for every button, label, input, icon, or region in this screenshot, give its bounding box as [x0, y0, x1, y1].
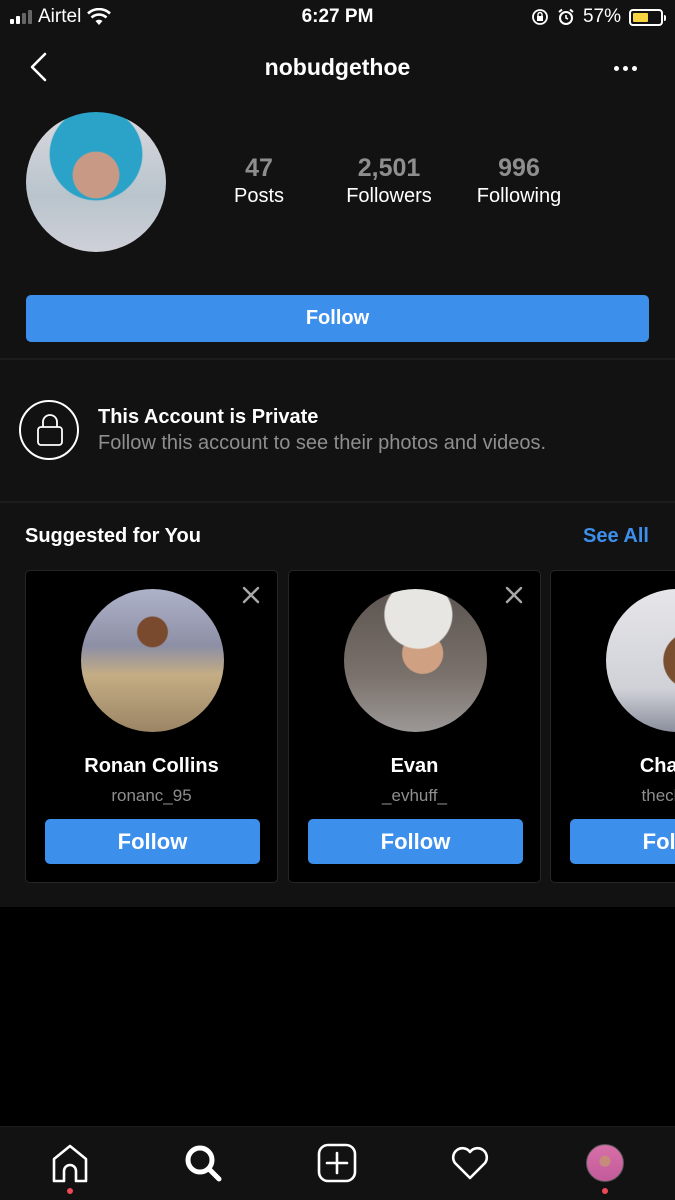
profile-stats: 47 Posts 2,501 Followers 996 Following [200, 154, 578, 208]
suggestion-name: Charles [639, 755, 675, 777]
suggestion-follow-button[interactable]: Follow [45, 819, 260, 864]
suggestion-name: Evan [390, 755, 439, 777]
suggestion-follow-button[interactable]: Follow [308, 819, 523, 864]
bottom-tab-bar [0, 1126, 675, 1200]
see-all-link[interactable]: See All [583, 525, 649, 548]
suggestion-card: Ronan Collins ronanc_95 Follow [25, 570, 278, 883]
stat-following[interactable]: 996 Following [460, 154, 578, 208]
status-right: 57% [531, 6, 666, 28]
battery-fill [633, 12, 648, 22]
suggestion-avatar[interactable] [81, 589, 224, 732]
alarm-icon [558, 8, 574, 25]
private-title: This Account is Private [98, 406, 319, 428]
suggestion-name: Ronan Collins [84, 755, 219, 777]
suggestion-avatar[interactable] [344, 589, 487, 732]
more-dot [614, 66, 619, 71]
private-subtitle: Follow this account to see their photos … [98, 432, 547, 454]
heart-icon [451, 1146, 489, 1180]
tab-search[interactable] [181, 1141, 225, 1185]
status-bar: Airtel 6:27 PM 57% [0, 0, 675, 36]
suggestion-avatar[interactable] [606, 589, 675, 732]
stat-posts[interactable]: 47 Posts [200, 154, 318, 208]
stat-label: Followers [346, 185, 432, 207]
suggestion-handle: thecharle [641, 786, 675, 805]
search-icon [185, 1145, 222, 1182]
battery-icon [629, 8, 666, 26]
tab-new-post[interactable] [315, 1141, 359, 1185]
plus-square-icon [317, 1143, 357, 1183]
home-icon [52, 1144, 88, 1183]
suggestion-follow-button[interactable]: Follow [570, 819, 675, 864]
dismiss-icon[interactable] [504, 585, 524, 605]
suggestion-handle: ronanc_95 [111, 786, 192, 805]
lock-icon [19, 400, 79, 460]
home-notification-dot [67, 1188, 73, 1194]
more-dot [632, 66, 637, 71]
more-options-button[interactable] [614, 66, 637, 71]
stat-label: Posts [233, 185, 285, 207]
follow-button[interactable]: Follow [26, 295, 649, 342]
stat-value: 2,501 [357, 154, 421, 182]
private-account-notice: This Account is Private Follow this acco… [0, 360, 675, 501]
profile-notification-dot [602, 1188, 608, 1194]
suggestion-card: Charles thecharle Follow [550, 570, 675, 883]
profile-username: nobudgethoe [264, 54, 411, 80]
profile-avatar-icon [586, 1144, 624, 1182]
stat-label: Following [476, 185, 562, 207]
dismiss-icon[interactable] [241, 585, 261, 605]
battery-percent: 57% [582, 6, 621, 27]
profile-header: nobudgethoe [0, 36, 675, 100]
suggested-section: Suggested for You See All Ronan Collins … [0, 503, 675, 907]
stat-followers[interactable]: 2,501 Followers [318, 154, 460, 208]
tab-activity[interactable] [448, 1141, 492, 1185]
stat-value: 996 [498, 154, 540, 182]
suggested-title: Suggested for You [25, 525, 201, 547]
more-dot [623, 66, 628, 71]
stat-value: 47 [245, 154, 273, 182]
orientation-lock-icon [532, 9, 548, 25]
tab-home[interactable] [48, 1141, 92, 1185]
suggestion-handle: _evhuff_ [382, 786, 447, 805]
profile-avatar[interactable] [26, 112, 166, 252]
profile-section: 47 Posts 2,501 Followers 996 Following F… [0, 100, 675, 358]
tab-profile[interactable] [583, 1141, 627, 1185]
suggestion-card: Evan _evhuff_ Follow [288, 570, 541, 883]
